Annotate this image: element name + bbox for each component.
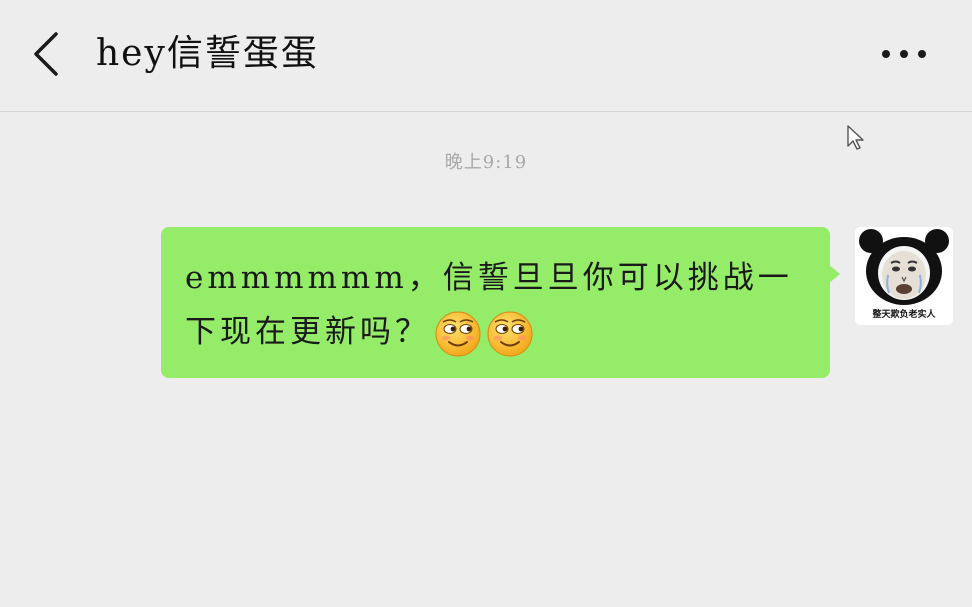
- message-timestamp: 晚上9:19: [444, 152, 528, 173]
- chevron-left-icon: [34, 32, 58, 76]
- smirk-emoji-icon: [434, 310, 482, 358]
- emoji-group: [434, 310, 538, 358]
- more-horizontal-icon: [882, 50, 926, 58]
- back-button[interactable]: [22, 26, 74, 82]
- smirk-emoji-icon: [486, 310, 534, 358]
- more-options-button[interactable]: [872, 36, 936, 72]
- message-bubble[interactable]: emmmmmm，信誓旦旦你可以挑战一下现在更新吗？: [161, 227, 830, 378]
- chat-title: hey信誓蛋蛋: [96, 33, 319, 74]
- avatar[interactable]: 整天欺负老实人: [855, 227, 953, 325]
- message-row: emmmmmm，信誓旦旦你可以挑战一下现在更新吗？ 整天欺负老实人: [0, 226, 972, 386]
- bubble-tail: [828, 264, 840, 284]
- avatar-caption: 整天欺负老实人: [872, 310, 936, 320]
- chat-header: hey信誓蛋蛋: [0, 0, 972, 112]
